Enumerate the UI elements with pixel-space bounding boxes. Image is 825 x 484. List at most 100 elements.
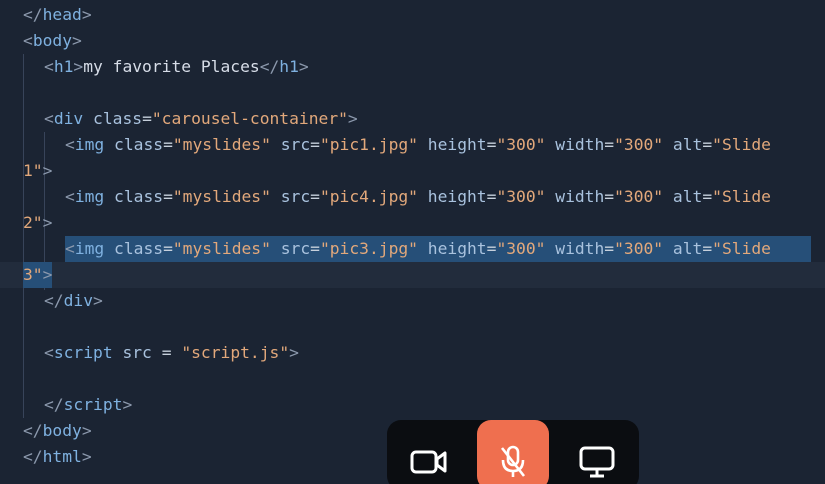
code-token: > <box>81 421 92 440</box>
screen-share-button[interactable] <box>561 420 633 484</box>
code-token: html <box>42 447 82 466</box>
code-token: </ <box>44 291 64 310</box>
code-token: width <box>555 187 605 206</box>
code-token: > <box>298 57 309 76</box>
code-token: = <box>310 239 320 258</box>
code-line[interactable]: <img class="myslides" src="pic4.jpg" hei… <box>0 184 825 210</box>
microphone-toggle-button[interactable] <box>477 420 549 484</box>
code-token: > <box>289 343 299 362</box>
code-token: class <box>114 135 164 154</box>
code-token: width <box>555 239 605 258</box>
code-line[interactable]: <img class="myslides" src="pic1.jpg" hei… <box>0 132 825 158</box>
code-token: "Slide <box>712 135 771 154</box>
code-line[interactable] <box>0 366 825 392</box>
code-token: width <box>555 135 605 154</box>
code-line[interactable]: </head> <box>0 2 825 28</box>
code-token: = <box>486 135 497 154</box>
code-token: alt <box>672 187 703 206</box>
call-controls-bar <box>387 420 639 484</box>
code-token: = <box>702 239 713 258</box>
code-line[interactable]: <body> <box>0 28 825 54</box>
text-selection: 3"> <box>23 262 53 288</box>
code-token: "myslides" <box>172 239 271 258</box>
code-line[interactable]: 3"> <box>0 262 825 288</box>
code-token: = <box>161 343 172 362</box>
code-line-text: <div class="carousel-container"> <box>44 106 358 132</box>
code-token: "pic1.jpg" <box>319 135 418 154</box>
code-line[interactable]: <img class="myslides" src="pic3.jpg" hei… <box>0 236 825 262</box>
code-token: height <box>427 239 487 258</box>
code-token: > <box>81 447 92 466</box>
code-token: src <box>280 135 311 154</box>
code-line[interactable]: <h1>my favorite Places</h1> <box>0 54 825 80</box>
code-editor[interactable]: </head> <body> <h1>my favorite Places</h1>… <box>0 0 825 484</box>
code-line[interactable]: </script> <box>0 392 825 418</box>
microphone-muted-icon <box>500 445 526 477</box>
code-line-text: </html> <box>23 444 92 470</box>
code-token: = <box>310 187 320 206</box>
code-token: = <box>163 187 173 206</box>
code-token: > <box>42 265 53 284</box>
code-token: = <box>604 239 615 258</box>
code-token: src <box>280 187 311 206</box>
code-token: height <box>427 135 487 154</box>
code-token: </ <box>44 395 64 414</box>
code-token: img <box>74 239 105 258</box>
code-token: 3" <box>23 265 43 284</box>
code-token: class <box>114 187 164 206</box>
code-token: = <box>142 109 152 128</box>
code-token: class <box>114 239 164 258</box>
code-line[interactable]: <script src = "script.js"> <box>0 340 825 366</box>
code-token: = <box>163 239 173 258</box>
code-line[interactable] <box>0 314 825 340</box>
code-token: = <box>702 135 713 154</box>
code-token: body <box>32 31 73 50</box>
code-line[interactable] <box>0 80 825 106</box>
code-token: > <box>122 395 133 414</box>
code-line-text: </head> <box>23 2 92 28</box>
code-token: > <box>81 5 92 24</box>
camera-toggle-button[interactable] <box>393 420 465 484</box>
code-line-text: <script src = "script.js"> <box>44 340 299 366</box>
code-token: "myslides" <box>172 135 271 154</box>
code-token: > <box>42 161 53 180</box>
code-line[interactable]: 2"> <box>0 210 825 236</box>
code-token: "pic4.jpg" <box>319 187 418 206</box>
code-token: "300" <box>614 187 664 206</box>
code-token: src <box>280 239 311 258</box>
code-token: "300" <box>614 239 664 258</box>
code-line[interactable]: <div class="carousel-container"> <box>0 106 825 132</box>
code-token: 2" <box>23 213 43 232</box>
code-token: 1" <box>23 161 43 180</box>
code-token: = <box>486 239 497 258</box>
code-line-text: </div> <box>44 288 103 314</box>
code-token: "Slide <box>712 187 771 206</box>
code-token: "pic3.jpg" <box>319 239 418 258</box>
code-line[interactable]: 1"> <box>0 158 825 184</box>
code-token: = <box>163 135 173 154</box>
code-token: = <box>486 187 497 206</box>
code-line-text: <img class="myslides" src="pic3.jpg" hei… <box>65 236 811 262</box>
code-token: body <box>42 421 82 440</box>
code-token: "Slide <box>712 239 771 258</box>
code-line-text: <body> <box>23 28 82 54</box>
code-line[interactable]: </div> <box>0 288 825 314</box>
code-token: = <box>604 135 615 154</box>
text-selection: <img class="myslides" src="pic3.jpg" hei… <box>65 236 811 262</box>
code-token: > <box>72 31 82 50</box>
